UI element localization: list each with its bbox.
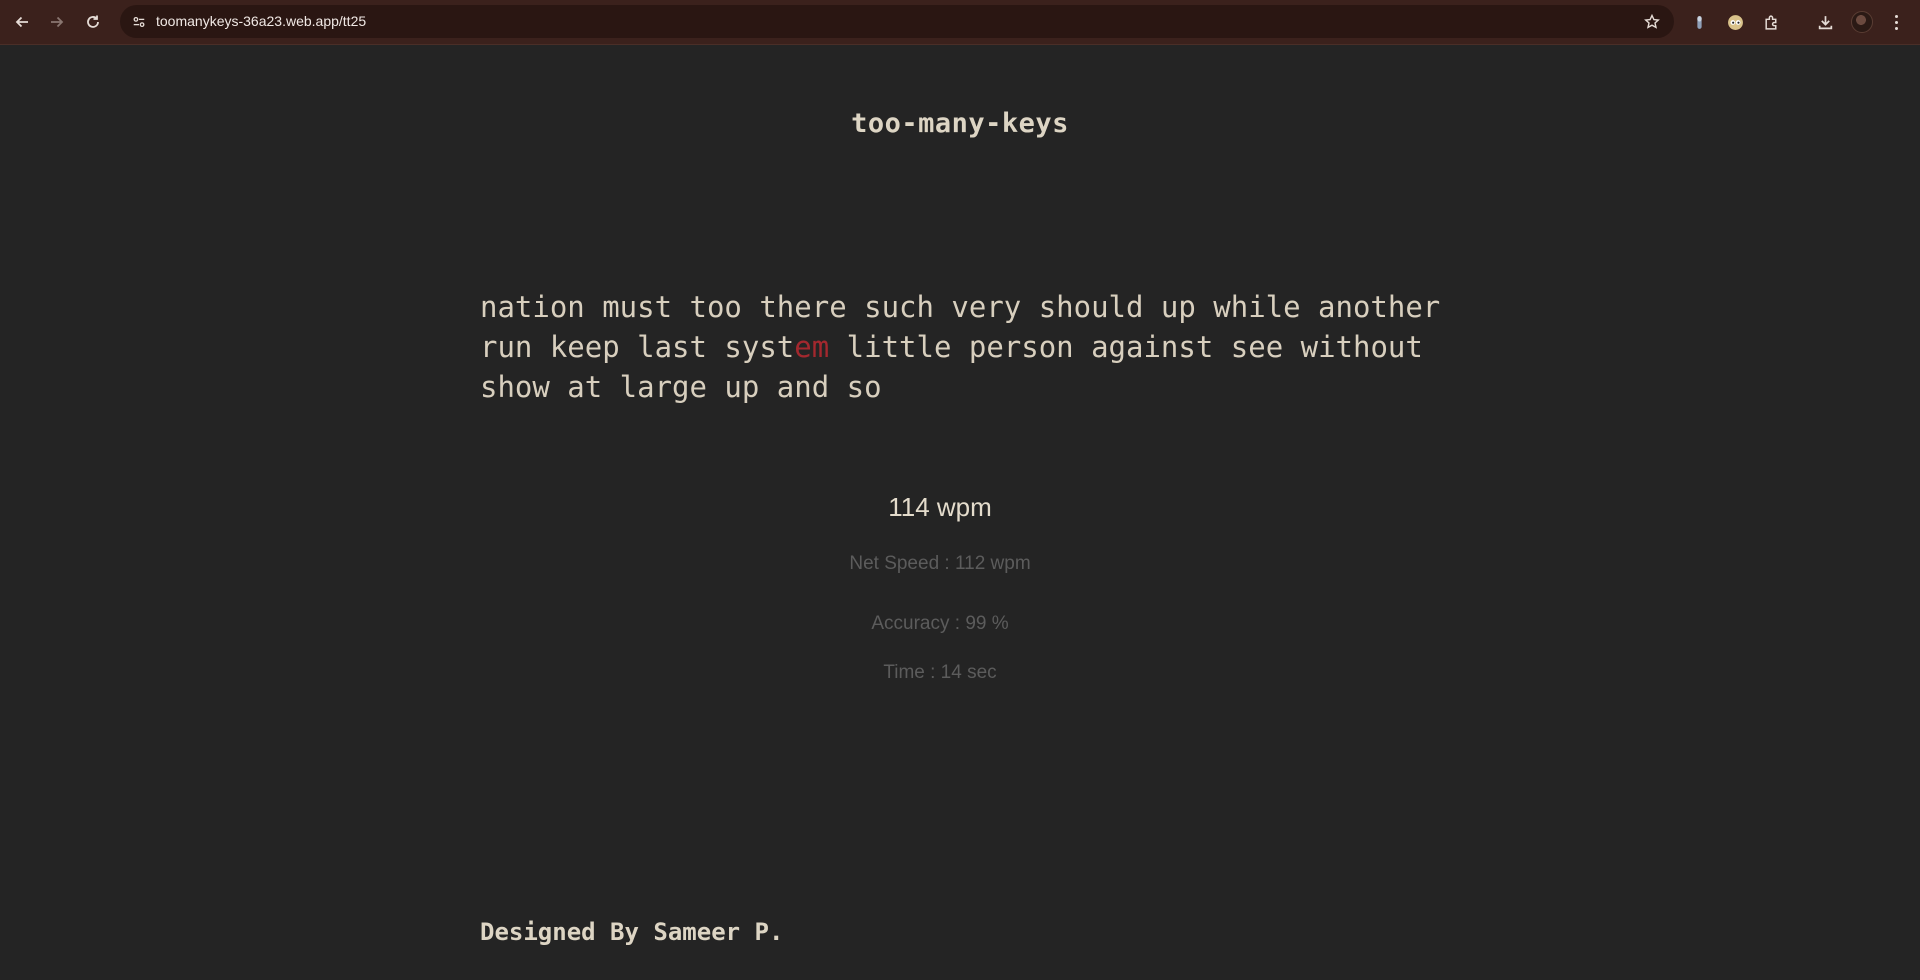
back-button[interactable]	[8, 8, 36, 36]
time-stat: Time : 14 sec	[883, 662, 997, 683]
profile-avatar[interactable]	[1851, 11, 1873, 33]
page-title: too-many-keys	[851, 108, 1069, 139]
typing-line: show at large up and so	[480, 370, 882, 404]
puzzle-icon	[1764, 14, 1776, 30]
typing-text-area[interactable]: nation must too there such very should u…	[480, 287, 1460, 407]
site-info-button[interactable]	[128, 11, 150, 33]
extension-eyes-button[interactable]	[1722, 9, 1748, 35]
star-icon	[1644, 14, 1660, 29]
bookmark-button[interactable]	[1642, 12, 1662, 32]
three-dots-icon	[1894, 14, 1898, 18]
download-icon	[1818, 15, 1832, 29]
url-text[interactable]: toomanykeys-36a23.web.app/tt25	[156, 5, 366, 38]
footer-credit: Designed By Sameer P.	[480, 918, 784, 946]
forward-arrow-icon	[51, 16, 64, 28]
extensions-button[interactable]	[1758, 9, 1784, 35]
reload-button[interactable]	[79, 8, 107, 36]
address-bar[interactable]: toomanykeys-36a23.web.app/tt25	[120, 5, 1674, 38]
back-arrow-icon	[15, 16, 28, 28]
downloads-button[interactable]	[1812, 9, 1838, 35]
eyes-extension-icon	[1727, 14, 1743, 30]
net-speed-stat: Net Speed : 112 wpm	[849, 553, 1031, 574]
browser-menu-button[interactable]	[1886, 10, 1906, 34]
forward-button[interactable]	[43, 8, 71, 36]
pin-extension-icon	[1696, 15, 1702, 29]
wpm-result: 114 wpm	[888, 492, 992, 522]
typing-line: nation must too there such very should u…	[480, 290, 1441, 324]
site-info-icon	[133, 16, 145, 28]
typing-line: run keep last system little person again…	[480, 330, 1423, 364]
browser-toolbar: toomanykeys-36a23.web.app/tt25	[0, 0, 1920, 45]
extension-pin-button[interactable]	[1686, 9, 1712, 35]
reload-icon	[87, 15, 99, 28]
accuracy-stat: Accuracy : 99 %	[871, 613, 1009, 634]
typing-error-chars: em	[794, 330, 830, 364]
